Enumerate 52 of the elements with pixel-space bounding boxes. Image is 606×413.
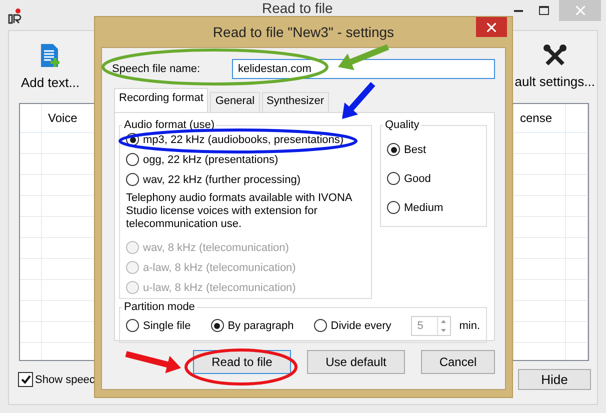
radio-button[interactable] [126, 153, 139, 166]
window-title: Read to file [262, 1, 333, 16]
checkbox[interactable] [18, 372, 33, 387]
dialog-title: Read to file "New3" - settings [212, 24, 394, 40]
radio-label: u-law, 8 kHz (telecomunication) [143, 282, 296, 294]
radio-label: ogg, 22 kHz (presentations) [143, 154, 278, 166]
group-title: Audio format (use) [123, 119, 216, 131]
document-add-icon [39, 42, 62, 68]
pointer-arrow [338, 44, 390, 70]
maximize-icon [539, 6, 549, 15]
radio-label: a-law, 8 kHz (telecomunication) [143, 262, 296, 274]
field-label: Speech file name: [112, 63, 202, 75]
radio-button[interactable] [126, 173, 139, 186]
radio-label: Single file [143, 320, 191, 332]
radio-label: wav, 8 kHz (telecomunication) [143, 242, 289, 254]
radio-button[interactable] [387, 201, 400, 214]
file-name-field[interactable]: kelidestan.com [232, 59, 495, 79]
minimize-icon [514, 10, 522, 12]
check-icon [20, 375, 30, 384]
dialog-button[interactable]: Use default [307, 350, 405, 374]
hide-button[interactable]: Hide [518, 369, 591, 390]
pointer-arrow [342, 82, 376, 119]
tab[interactable]: Recording format [114, 88, 208, 112]
radio-label: mp3, 22 kHz (audiobooks, presentations) [143, 134, 344, 146]
tools-icon [542, 44, 567, 68]
radio-label: Good [404, 172, 431, 184]
group-title: Quality [384, 119, 420, 131]
pointer-arrow [125, 351, 181, 374]
radio-button[interactable] [210, 319, 224, 332]
group-title: Partition mode [123, 301, 196, 313]
close-icon [576, 6, 584, 15]
toolbar-button[interactable]: ault settings... [514, 44, 597, 88]
unit-label: min. [459, 320, 480, 332]
column-header: cense [514, 104, 566, 132]
close-button[interactable] [476, 17, 507, 37]
tab[interactable]: Synthesizer [262, 92, 329, 112]
radio-label: By paragraph [228, 320, 294, 332]
close-icon [487, 22, 496, 32]
info-text: Telephony audio formats available with IVONA Studio license voices with extension for telecommunication use. [126, 192, 353, 231]
radio-label: Medium [404, 202, 444, 214]
radio-button[interactable] [387, 172, 400, 185]
radio-button[interactable] [314, 319, 327, 332]
tab[interactable]: General [210, 92, 260, 112]
radio-label: wav, 22 kHz (further processing) [143, 174, 301, 186]
radio-label: Best [404, 144, 426, 156]
toolbar-button[interactable]: Add text... [21, 42, 80, 90]
app-icon [8, 8, 22, 24]
checkbox-label: Show speec [35, 374, 95, 386]
radio-label: Divide every [330, 320, 392, 332]
dialog-button[interactable]: Cancel [421, 350, 495, 374]
radio-button[interactable] [126, 319, 139, 332]
radio-button[interactable] [387, 143, 400, 156]
